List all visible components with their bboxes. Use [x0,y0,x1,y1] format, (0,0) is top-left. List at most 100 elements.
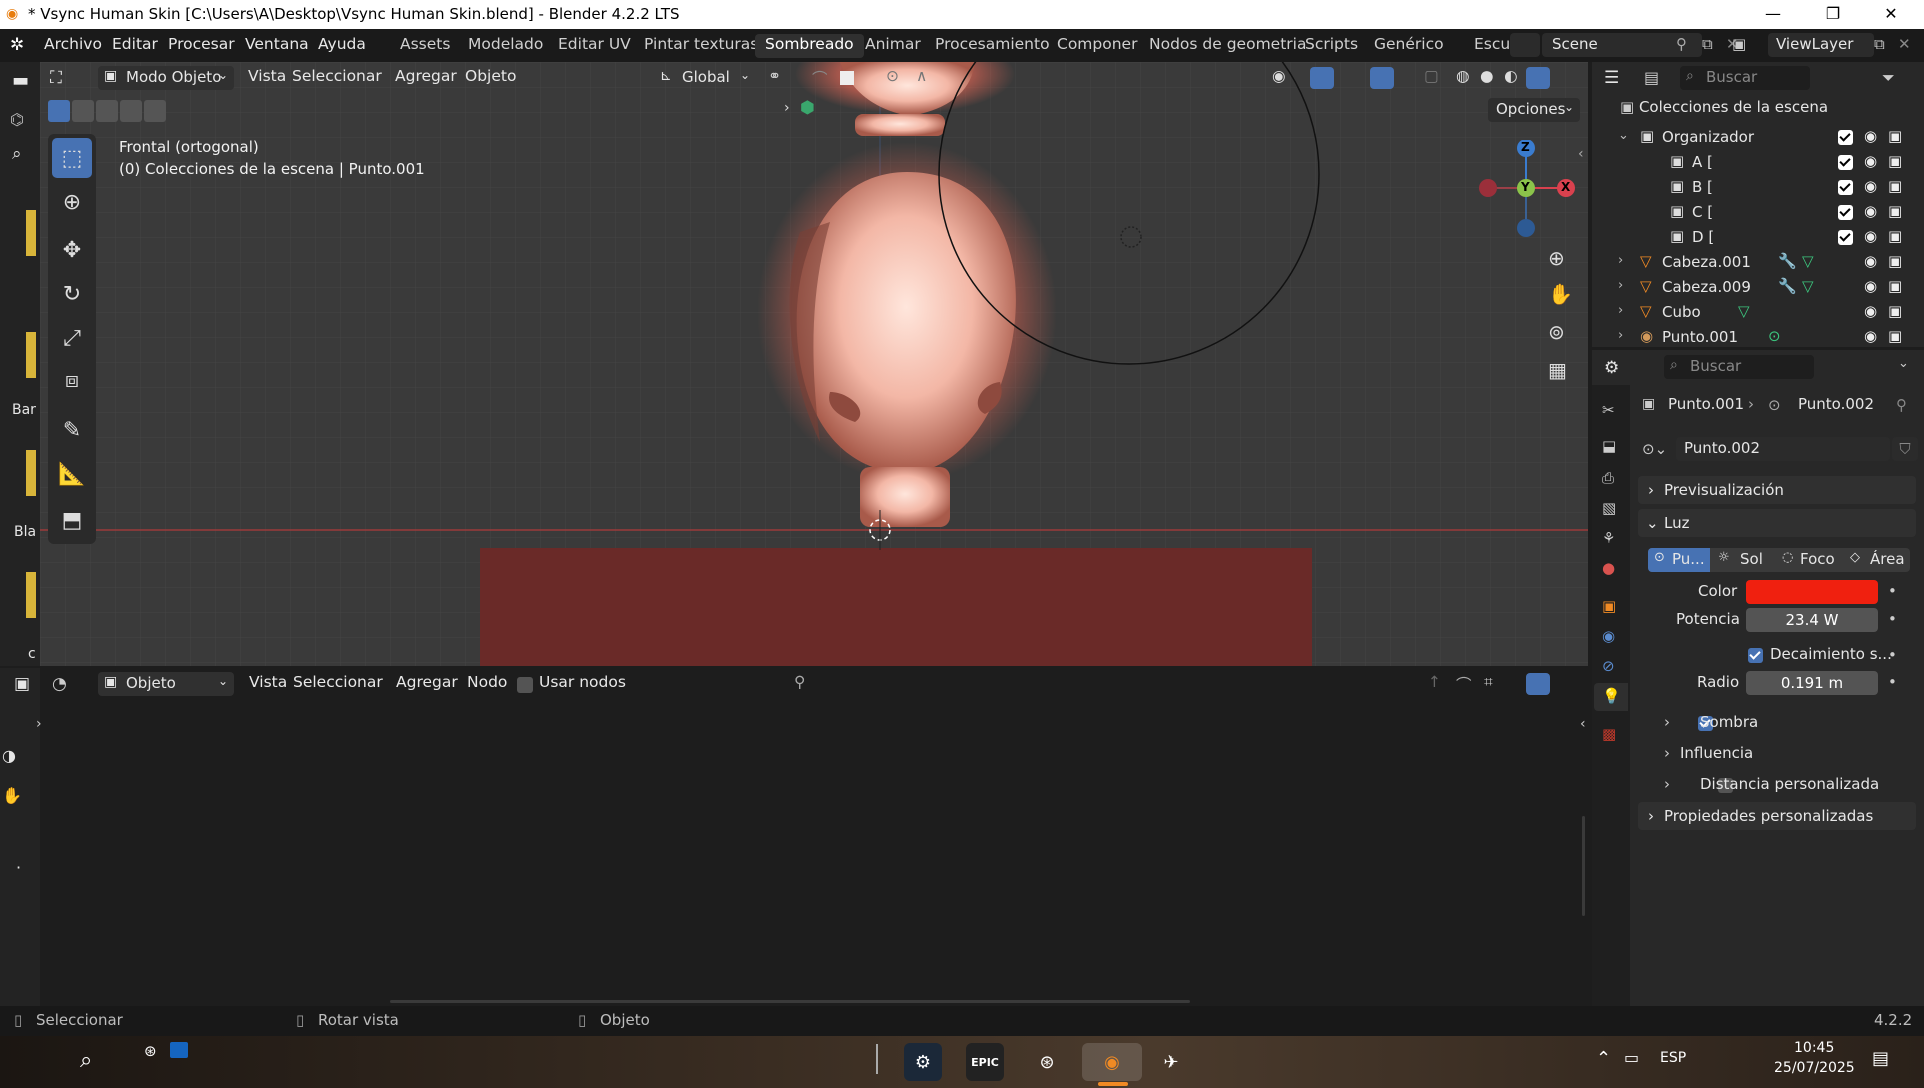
outliner-item[interactable]: ▣ D [◉ ▣ [1592,226,1924,251]
solid-shading-icon[interactable]: ● [1480,67,1494,85]
pan-hand-icon[interactable]: ✋ [1548,282,1573,306]
tab-nodos-geometria[interactable]: Nodos de geometria [1139,34,1316,58]
mesh-data-icon[interactable]: ▽ [1802,277,1814,295]
light-type-spot[interactable]: ◌ Foco [1776,548,1842,572]
expand-arrow-icon[interactable]: › [1618,253,1623,268]
tray-powershell-icon[interactable] [170,1042,188,1058]
constraints-tab-icon[interactable]: ⊘ [1602,657,1615,675]
parent-node-icon[interactable]: ↑ [1428,673,1441,691]
node-menu-seleccionar[interactable]: Seleccionar [293,673,383,691]
keyframe-dot-4[interactable]: • [1888,673,1897,691]
expand-arrow-icon[interactable]: › [784,100,790,116]
wireframe-shading-icon[interactable]: ◍ [1456,67,1470,85]
outliner-item[interactable]: › ◉ Punto.001 ⊙ ◉ ▣ [1592,326,1924,351]
menu-seleccionar[interactable]: Seleccionar [292,67,382,85]
menu-vista[interactable]: Vista [248,67,286,85]
clock-date[interactable]: 25/07/2025 [1774,1060,1855,1076]
camera-view-icon[interactable]: ⊚ [1548,320,1565,344]
annotate-tool-icon[interactable]: ✎ [52,410,92,450]
render-tab-icon[interactable]: ⬓ [1602,437,1616,455]
panel-luz[interactable]: ⌄ Luz [1638,509,1916,537]
filter-icon[interactable]: ⏷ [1882,68,1895,88]
app-taskbar-icon[interactable]: ✈ [1152,1043,1190,1081]
outliner-item[interactable]: › ▽ Cabeza.009 🔧 ▽ ◉ ▣ [1592,276,1924,301]
select-new-icon[interactable] [48,100,70,122]
transform-tool-icon[interactable]: ⧈ [52,360,92,400]
pin-props-icon[interactable]: ⚲ [1896,396,1907,414]
node-snap-icon[interactable]: ⌒ [1456,673,1472,695]
light-data-tab-icon[interactable]: 💡 [1602,687,1621,705]
keyframe-dot-3[interactable]: • [1888,646,1897,664]
tray-copilot-icon[interactable]: ⊛ [144,1042,157,1060]
eye-icon[interactable]: ◉ [1864,152,1877,170]
chatgpt-icon[interactable]: ⊛ [1028,1043,1066,1081]
light-datablock-icon[interactable]: ⊙⌄ [1642,440,1667,458]
node-grid-icon[interactable]: ⌗ [1484,673,1493,692]
file-browser-icon[interactable]: ▬ [12,70,29,91]
measure-tool-icon[interactable]: 📐 [52,454,92,494]
power-field[interactable]: 23.4 W [1746,608,1878,632]
scene-tab-icon[interactable]: ⚘ [1602,529,1615,547]
display-mode-icon[interactable]: ▤ [1644,68,1659,87]
properties-type-icon[interactable]: ⚙ [1604,358,1619,378]
menu-ayuda[interactable]: Ayuda [318,35,366,53]
camera-icon[interactable]: ▣ [1888,227,1902,245]
outliner-item[interactable]: › ▽ Cabeza.001 🔧 ▽ ◉ ▣ [1592,251,1924,276]
tool-tab-icon[interactable]: ✂ [1602,401,1615,419]
mode-dropdown[interactable]: ▣ Modo Objeto ⌄ [98,66,234,90]
node-menu-vista[interactable]: Vista [249,673,287,691]
custom-distance-label[interactable]: Distancia personalizada [1700,775,1879,793]
rendered-shading-icon[interactable] [1526,67,1550,89]
mesh-data-icon[interactable]: ▽ [1738,302,1750,320]
close-button[interactable]: ✕ [1868,2,1914,26]
falloff-icon[interactable]: ∧ [916,67,927,85]
tab-sombreado[interactable]: Sombreado [755,34,864,58]
tab-procesamiento[interactable]: Procesamiento [925,34,1060,58]
menu-ventana[interactable]: Ventana [245,35,309,53]
outliner-item[interactable]: ▣ C [◉ ▣ [1592,201,1924,226]
add-cube-tool-icon[interactable]: ⬒ [52,500,92,540]
clock-time[interactable]: 10:45 [1794,1040,1834,1056]
viewlayer-field[interactable]: ViewLayer [1768,33,1874,57]
camera-icon[interactable]: ▣ [1888,252,1902,270]
camera-icon[interactable]: ▣ [1888,152,1902,170]
visibility-icon[interactable]: ◉ [1272,67,1286,85]
delete-viewlayer-icon[interactable]: ✕ [1898,35,1911,53]
material-shading-icon[interactable]: ◐ [1504,67,1518,85]
outliner-root[interactable]: ▣ Colecciones de la escena [1620,98,1828,123]
zoom-icon[interactable]: ⊕ [1548,246,1565,270]
outliner-item[interactable]: ⌄ ▣ Organizador ◉ ▣ [1592,126,1924,151]
object-tab-icon[interactable]: ▣ [1602,597,1616,615]
search-icon[interactable]: ⌕ [12,144,22,164]
tab-scripts[interactable]: Scripts [1295,34,1368,58]
exclude-checkbox[interactable] [1838,180,1853,195]
camera-icon[interactable]: ▣ [1888,177,1902,195]
camera-icon[interactable]: ▣ [1888,302,1902,320]
options-dropdown[interactable]: Opciones ⌄ [1488,98,1580,122]
scale-tool-icon[interactable]: ⤢ [52,318,92,358]
minimize-button[interactable]: — [1750,2,1796,26]
mesh-data-icon[interactable]: ▽ [1802,252,1814,270]
expand-arrow-icon[interactable]: ⌄ [1618,128,1629,143]
node-mode-dropdown[interactable]: ▣ Objeto ⌄ [98,672,234,696]
radius-field[interactable]: 0.191 m [1746,671,1878,695]
camera-icon[interactable]: ▣ [1888,277,1902,295]
outliner-item[interactable]: ▣ A [◉ ▣ [1592,151,1924,176]
editor-type-icon[interactable]: ⛶ [50,68,62,88]
navigation-gizmo[interactable]: Z Y X [1474,140,1580,244]
material-preview-icon[interactable]: ⬢ [800,98,815,118]
tab-modelado[interactable]: Modelado [458,34,553,58]
camera-icon[interactable]: ▣ [1888,127,1902,145]
tab-editar-uv[interactable]: Editar UV [548,34,641,58]
light-type-sun[interactable]: ☼ Sol [1712,548,1774,572]
language-indicator[interactable]: ESP [1660,1050,1686,1066]
custom-distance-expand-icon[interactable]: › [1664,775,1670,793]
new-viewlayer-icon[interactable]: ⧉ [1874,35,1885,53]
outliner-search-input[interactable]: ⌕ Buscar [1680,66,1810,90]
modifier-icon[interactable]: 🔧 [1778,252,1797,270]
vertical-scrollbar[interactable] [1582,816,1585,916]
tab-generico[interactable]: Genérico [1364,34,1454,58]
tab-animar[interactable]: Animar [855,34,931,58]
panel-previsualizacion[interactable]: › Previsualización [1638,476,1916,504]
node-toolbar-expand-icon[interactable]: › [36,716,42,732]
